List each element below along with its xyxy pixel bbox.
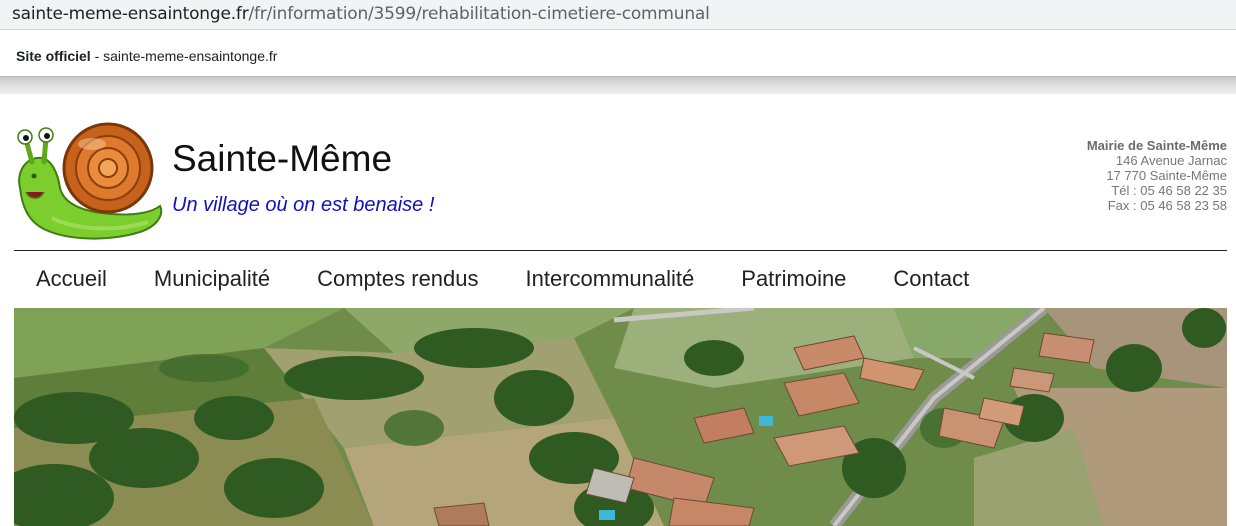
main-nav: Accueil Municipalité Comptes rendus Inte…	[14, 252, 1227, 308]
aerial-village-photo	[14, 308, 1227, 526]
browser-address-bar[interactable]: sainte-meme-ensaintonge.fr/fr/informatio…	[0, 0, 1236, 30]
official-label: Site officiel	[16, 48, 91, 64]
official-site-text: Site officiel - sainte-meme-ensaintonge.…	[16, 48, 277, 64]
official-site-bar: Site officiel - sainte-meme-ensaintonge.…	[0, 31, 1236, 78]
mairie-fax: Fax : 05 46 58 23 58	[1107, 198, 1227, 213]
nav-item-patrimoine[interactable]: Patrimoine	[741, 252, 846, 308]
snail-icon[interactable]	[12, 122, 164, 240]
nav-item-contact[interactable]: Contact	[893, 252, 969, 308]
official-domain: sainte-meme-ensaintonge.fr	[103, 48, 278, 64]
url-text[interactable]: sainte-meme-ensaintonge.fr/fr/informatio…	[12, 4, 710, 24]
url-domain: sainte-meme-ensaintonge.fr	[12, 4, 249, 24]
official-separator: -	[90, 48, 104, 64]
nav-item-accueil[interactable]: Accueil	[36, 252, 107, 308]
mairie-city: 17 770 Sainte-Même	[1106, 168, 1227, 183]
nav-item-intercommunalite[interactable]: Intercommunalité	[526, 252, 695, 308]
nav-item-comptes-rendus[interactable]: Comptes rendus	[317, 252, 478, 308]
mairie-contact-block: Mairie de Sainte-Même 146 Avenue Jarnac …	[1087, 138, 1227, 213]
url-path: /fr/information/3599/rehabilitation-cime…	[248, 4, 710, 24]
header-divider	[14, 250, 1227, 251]
mairie-address: 146 Avenue Jarnac	[1115, 153, 1227, 168]
site-title[interactable]: Sainte-Même	[172, 138, 392, 180]
mairie-phone: Tél : 05 46 58 22 35	[1111, 183, 1227, 198]
aerial-photo-illustration	[14, 308, 1227, 526]
header-shadow-bar	[0, 76, 1236, 94]
mairie-name: Mairie de Sainte-Même	[1086, 138, 1227, 153]
site-slogan: Un village où on est benaise !	[172, 194, 435, 216]
snail-logo-svg	[17, 122, 163, 240]
nav-item-municipalite[interactable]: Municipalité	[154, 252, 270, 308]
